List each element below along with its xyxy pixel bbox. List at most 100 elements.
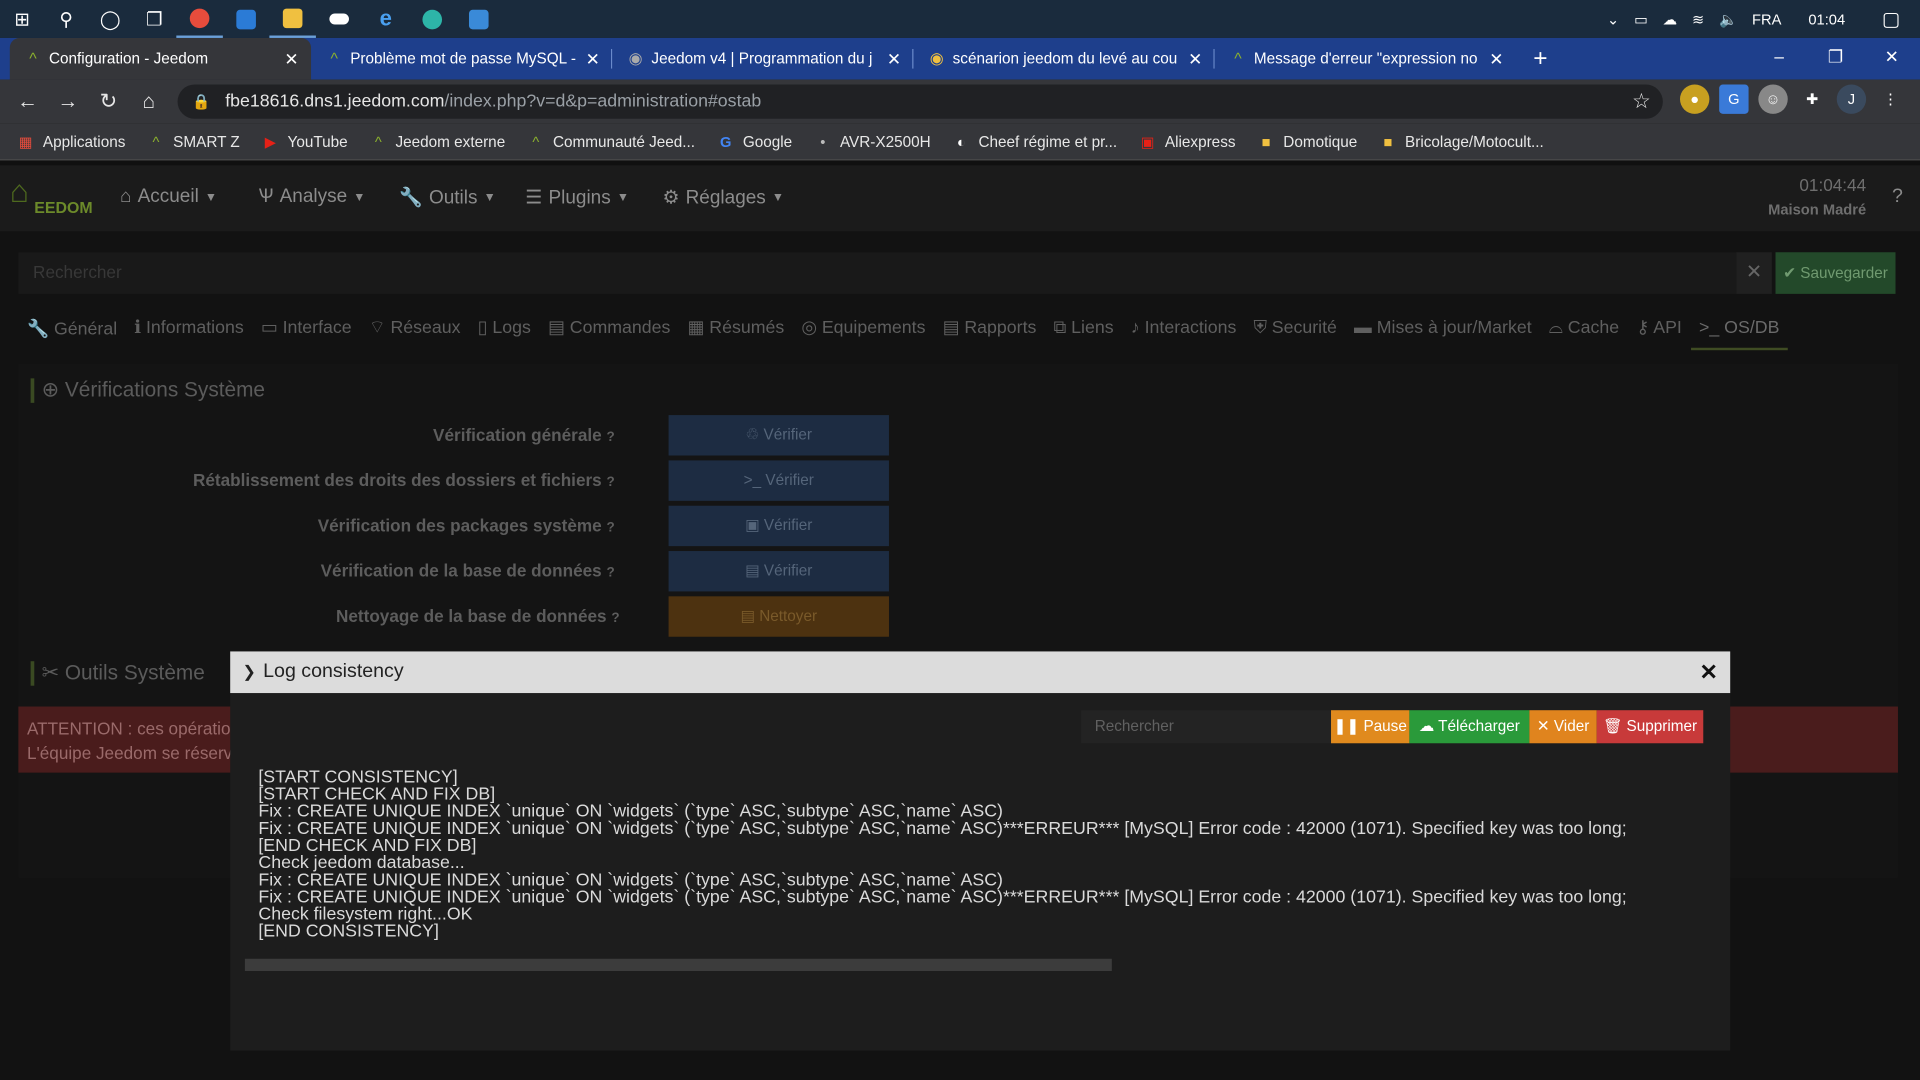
close-icon[interactable]: ✕ (1699, 651, 1717, 693)
close-tab-icon[interactable]: ✕ (1188, 49, 1202, 70)
menu-accueil[interactable]: ⌂ Accueil ▼ (120, 186, 217, 208)
notifications-icon[interactable]: ▢ (1882, 7, 1901, 31)
help-icon[interactable]: ? (606, 520, 614, 535)
address-bar[interactable]: 🔒 fbe18616.dns1.jeedom.com/index.php?v=d… (177, 84, 1663, 119)
extensions-puzzle-icon[interactable]: ✚ (1798, 84, 1827, 113)
tab-mises-a-jour[interactable]: ▬ Mises à jour/Market (1345, 318, 1540, 338)
tab-scenario-jeedom[interactable]: ◉ scénarion jeedom du levé au cou ✕ (913, 38, 1215, 80)
bookmark-bricolage[interactable]: ■ Bricolage/Motocult... (1379, 133, 1543, 150)
menu-analyse[interactable]: Ѱ Analyse ▼ (258, 186, 365, 208)
tab-informations[interactable]: ℹ Informations (126, 318, 253, 338)
taskbar-clock[interactable]: 01:04 (1808, 10, 1845, 27)
download-button[interactable]: ☁ Télécharger (1409, 710, 1530, 744)
battery-icon[interactable]: ▭ (1634, 10, 1648, 27)
bookmark-star-icon[interactable]: ☆ (1632, 89, 1651, 113)
chevron-up-icon[interactable]: ⌄ (1607, 10, 1619, 27)
wifi-icon[interactable]: ≋ (1692, 10, 1704, 27)
bookmark-youtube[interactable]: ▶ YouTube (262, 133, 348, 150)
explorer-taskbar-icon[interactable] (269, 0, 316, 38)
bookmark-aliexpress[interactable]: ▣ Aliexpress (1139, 133, 1236, 150)
search-icon[interactable]: ⚲ (44, 0, 88, 38)
tab-api[interactable]: ⚷ API (1628, 318, 1691, 338)
tab-liens[interactable]: ⧉ Liens (1045, 318, 1122, 338)
profile-extension-icon[interactable]: ☺ (1758, 84, 1788, 114)
tab-equipements[interactable]: ◎ Equipements (793, 318, 934, 338)
menu-outils[interactable]: 🔧 Outils ▼ (399, 186, 496, 209)
photos-taskbar-icon[interactable] (456, 0, 503, 38)
task-view-icon[interactable]: ❐ (132, 0, 176, 38)
avatar[interactable]: J (1836, 84, 1867, 114)
verify-rights-button[interactable]: >_ Vérifier (668, 460, 889, 501)
tab-reseaux[interactable]: ⌔ Réseaux (360, 317, 469, 339)
jeedom-logo[interactable]: ⌂ EEDOM (7, 173, 95, 224)
verify-packages-button[interactable]: ▣ Vérifier (668, 505, 889, 547)
cloud-icon[interactable]: ☁ (1663, 10, 1678, 27)
close-window-icon[interactable]: ✕ (1864, 38, 1920, 80)
new-tab-icon[interactable]: + (1516, 38, 1565, 80)
help-icon[interactable]: ? (606, 475, 614, 490)
tab-message-erreur[interactable]: ^ Message d'erreur "expression no ✕ (1215, 38, 1516, 80)
onedrive-taskbar-icon[interactable] (316, 0, 363, 38)
home-icon[interactable]: ⌂ (129, 89, 169, 113)
help-icon[interactable]: ? (606, 430, 614, 445)
save-button[interactable]: ✔ Sauvegarder (1775, 252, 1896, 294)
bookmark-applications[interactable]: ▦ Applications (17, 133, 126, 150)
windows-start-icon[interactable]: ⊞ (0, 0, 44, 38)
search-input[interactable]: Rechercher (18, 252, 1737, 294)
close-tab-icon[interactable]: ✕ (887, 49, 901, 70)
tab-configuration-jeedom[interactable]: ^ Configuration - Jeedom ✕ (9, 37, 312, 80)
edge-taskbar-icon[interactable] (409, 0, 456, 38)
log-search-input[interactable]: Rechercher (1081, 710, 1332, 744)
reload-icon[interactable]: ↻ (88, 89, 128, 113)
tab-securite[interactable]: ⛨ Securité (1245, 318, 1346, 338)
language-indicator[interactable]: FRA (1752, 10, 1781, 27)
restore-icon[interactable]: ❐ (1807, 38, 1863, 80)
clean-database-button[interactable]: ▤ Nettoyer (668, 596, 889, 637)
chrome-taskbar-icon[interactable] (176, 0, 223, 38)
back-icon[interactable]: ← (7, 89, 47, 113)
tab-logs[interactable]: ▯ Logs (469, 318, 539, 338)
chevron-right-icon[interactable]: ❯ (242, 662, 255, 680)
tab-os-db[interactable]: >_ OS/DB (1690, 306, 1789, 351)
chrome-extension-icon[interactable]: ● (1680, 84, 1710, 114)
menu-reglages[interactable]: ⚙ Réglages ▼ (662, 186, 784, 209)
bookmark-communaute[interactable]: ^ Communauté Jeed... (527, 133, 695, 150)
help-icon[interactable]: ? (611, 611, 619, 626)
bookmark-jeedom-externe[interactable]: ^ Jeedom externe (370, 133, 505, 150)
forward-icon[interactable]: → (48, 89, 88, 113)
menu-plugins[interactable]: ☰ Plugins ▼ (525, 186, 629, 209)
verify-general-button[interactable]: ♲ Vérifier (668, 415, 889, 456)
volume-icon[interactable]: 🔈 (1719, 10, 1737, 27)
help-icon[interactable]: ? (606, 566, 614, 581)
ie-taskbar-icon[interactable]: e (362, 0, 409, 38)
bookmark-cheef[interactable]: ◐ Cheef régime et pr... (953, 133, 1117, 150)
translate-icon[interactable]: G (1719, 84, 1749, 114)
tab-interface[interactable]: ▭ Interface (252, 318, 360, 338)
help-icon[interactable]: ? (1892, 186, 1903, 208)
close-tab-icon[interactable]: ✕ (586, 49, 600, 70)
bookmark-avr[interactable]: • AVR-X2500H (814, 133, 930, 150)
more-menu-icon[interactable]: ⋮ (1876, 84, 1905, 113)
delete-button[interactable]: 🗑 Supprimer (1596, 710, 1704, 744)
cortana-icon[interactable]: ◯ (88, 0, 132, 38)
tab-resumes[interactable]: ▦ Résumés (679, 318, 793, 338)
tab-general[interactable]: 🔧 Général (18, 318, 125, 339)
verify-database-button[interactable]: ▤ Vérifier (668, 551, 889, 592)
clear-search-icon[interactable]: ✕ (1736, 252, 1772, 294)
close-tab-icon[interactable]: ✕ (1489, 49, 1503, 70)
close-tab-icon[interactable]: ✕ (284, 49, 298, 70)
tab-probleme-mysql[interactable]: ^ Problème mot de passe MySQL - ✕ (311, 38, 613, 80)
bookmark-smart-z[interactable]: ^ SMART Z (147, 133, 240, 150)
horizontal-scrollbar[interactable] (244, 958, 1112, 972)
tab-cache[interactable]: ⌓ Cache (1540, 318, 1627, 338)
pause-button[interactable]: ❚❚ Pause (1331, 710, 1410, 744)
bookmark-google[interactable]: G Google (717, 133, 792, 150)
bookmark-domotique[interactable]: ■ Domotique (1258, 133, 1358, 150)
clear-button[interactable]: ✕ Vider (1529, 710, 1597, 744)
tab-jeedom-v4[interactable]: ◉ Jeedom v4 | Programmation du j ✕ (612, 38, 914, 80)
minimize-icon[interactable]: – (1751, 38, 1807, 80)
tab-rapports[interactable]: ▤ Rapports (934, 318, 1045, 338)
mail-taskbar-icon[interactable] (223, 0, 270, 38)
tab-interactions[interactable]: ♪ Interactions (1122, 318, 1245, 338)
tab-commandes[interactable]: ▤ Commandes (539, 318, 679, 338)
